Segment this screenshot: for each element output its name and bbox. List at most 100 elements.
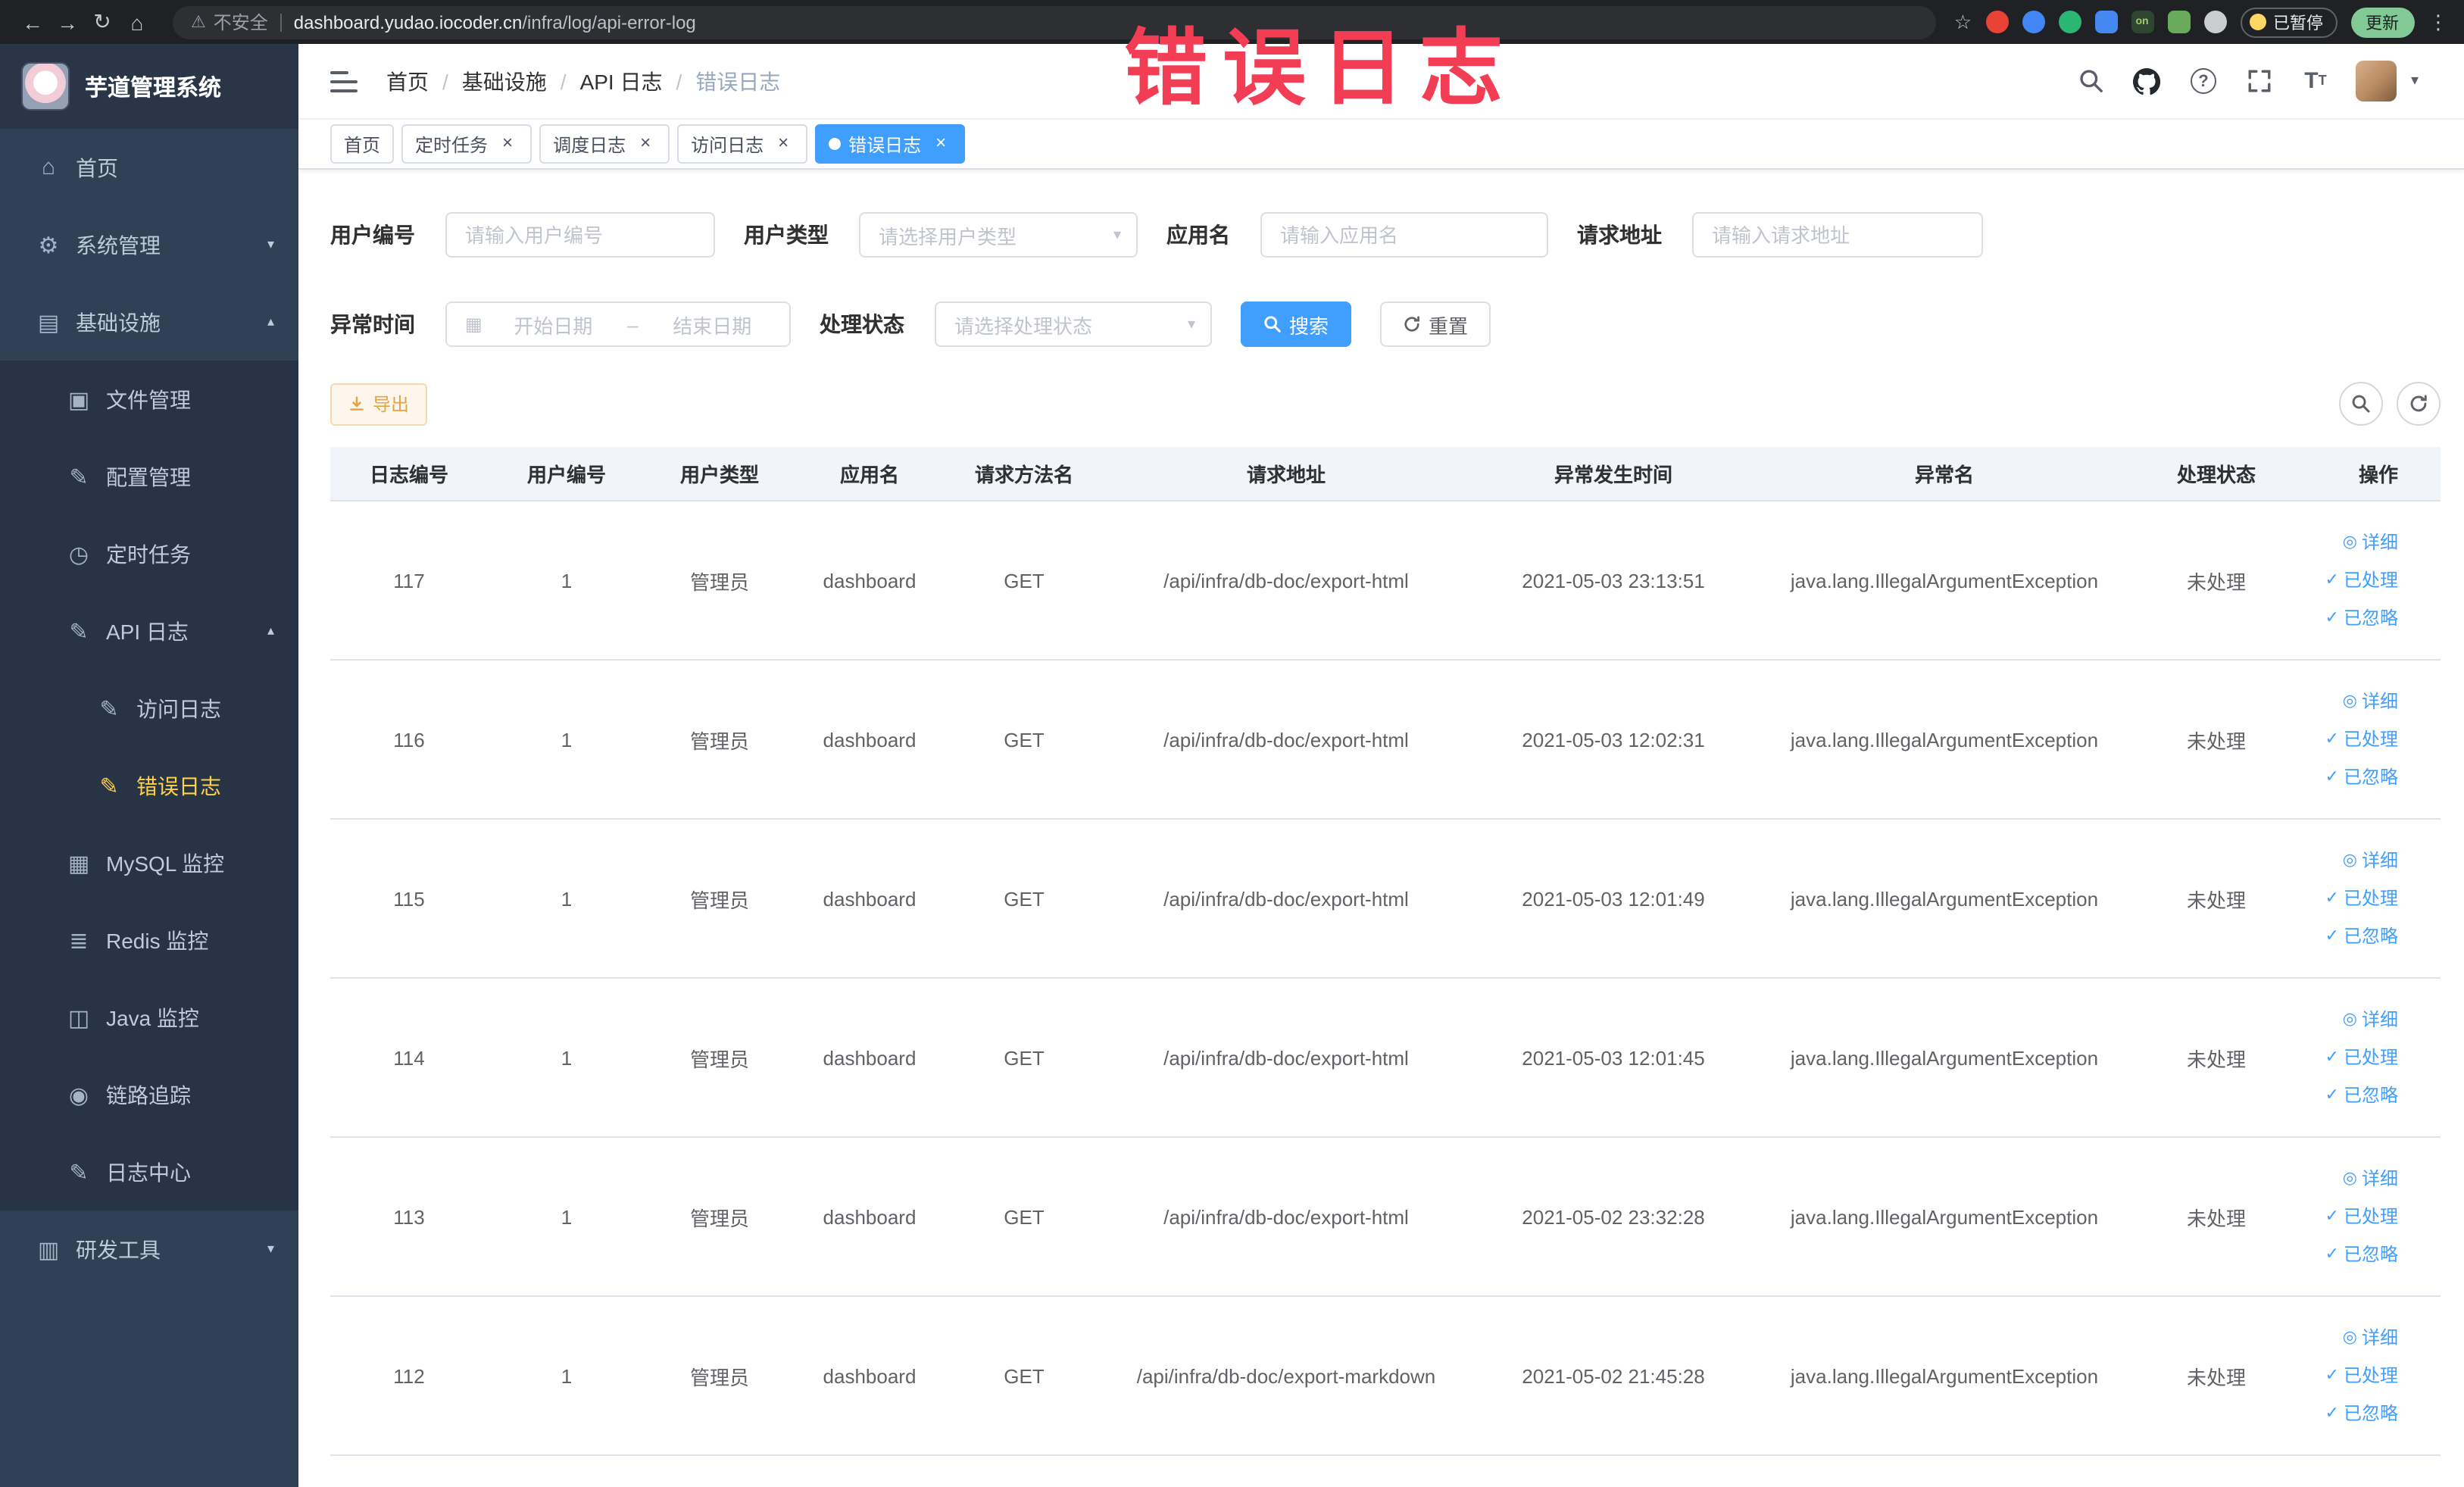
cell-id: 115 <box>393 887 425 910</box>
home-icon[interactable]: ⌂ <box>120 10 155 34</box>
tools-icon: ▥ <box>37 1237 60 1263</box>
calendar-icon: ▦ <box>465 314 482 335</box>
process-status-select[interactable]: 请选择处理状态 ▾ <box>935 301 1212 347</box>
extension-on-badge-icon[interactable]: on <box>2131 11 2153 33</box>
action-ignore[interactable]: ✓ 已忽略 <box>2301 599 2398 637</box>
tab-home[interactable]: 首页 <box>330 124 395 164</box>
user-type-select[interactable]: 请选择用户类型 ▾ <box>859 212 1138 258</box>
sidebar-item-trace[interactable]: ◉ 链路追踪 <box>0 1056 298 1133</box>
extension-green-leaf-icon[interactable] <box>2167 11 2190 33</box>
cell-url: /api/infra/db-doc/export-html <box>1163 1205 1409 1228</box>
back-icon[interactable]: ← <box>15 10 50 34</box>
sidebar-item-error-log[interactable]: ✎ 错误日志 <box>0 747 298 824</box>
action-ignore[interactable]: ✓ 已忽略 <box>2301 758 2398 796</box>
forward-icon[interactable]: → <box>50 10 85 34</box>
toggle-search-button[interactable] <box>2339 382 2383 426</box>
breadcrumb-item[interactable]: API 日志 <box>580 66 663 96</box>
tab-access-log[interactable]: 访问日志 × <box>677 124 808 164</box>
sidebar-item-config[interactable]: ✎ 配置管理 <box>0 438 298 515</box>
help-icon[interactable]: ? <box>2188 66 2219 96</box>
tab-label: 调度日志 <box>553 134 626 155</box>
extension-green-circle-icon[interactable] <box>2058 11 2081 33</box>
url-divider <box>280 13 282 31</box>
user-id-input[interactable] <box>445 212 715 258</box>
tab-paused-badge[interactable]: 已暂停 <box>2240 7 2337 37</box>
url-bar[interactable]: ⚠ 不安全 dashboard.yudao.iocoder.cn/infra/l… <box>173 5 1936 39</box>
action-done[interactable]: ✓ 已处理 <box>2301 1357 2398 1395</box>
browser-update-button[interactable]: 更新 <box>2350 7 2414 37</box>
action-done[interactable]: ✓ 已处理 <box>2301 720 2398 758</box>
search-icon[interactable] <box>2076 66 2106 96</box>
action-done[interactable]: ✓ 已处理 <box>2301 879 2398 917</box>
request-url-input[interactable] <box>1692 212 1983 258</box>
sidebar-item-log-center[interactable]: ✎ 日志中心 <box>0 1133 298 1211</box>
sidebar-item-label: Redis 监控 <box>106 928 209 952</box>
sidebar-toggle-icon[interactable] <box>330 70 358 92</box>
breadcrumb-item[interactable]: 基础设施 <box>462 66 547 96</box>
action-label: 详细 <box>2361 849 2398 870</box>
sidebar-item-file[interactable]: ▣ 文件管理 <box>0 361 298 438</box>
reset-button[interactable]: 重置 <box>1380 301 1491 347</box>
breadcrumb: 首页 / 基础设施 / API 日志 / 错误日志 <box>386 66 780 96</box>
sidebar-item-redis[interactable]: ≣ Redis 监控 <box>0 901 298 979</box>
date-range-picker[interactable]: ▦ 开始日期 – 结束日期 <box>445 301 791 347</box>
action-detail[interactable]: ◎ 详细 <box>2301 523 2398 561</box>
action-done[interactable]: ✓ 已处理 <box>2301 561 2398 599</box>
action-ignore[interactable]: ✓ 已忽略 <box>2301 917 2398 955</box>
action-ignore[interactable]: ✓ 已忽略 <box>2301 1395 2398 1432</box>
extension-blue-drop-icon[interactable] <box>2022 11 2044 33</box>
sidebar-item-access-log[interactable]: ✎ 访问日志 <box>0 670 298 747</box>
table-row: 113 1 管理员 dashboard GET/api/infra/db-doc/exp… <box>330 1138 2441 1297</box>
view-icon: ◎ <box>2342 1010 2357 1028</box>
sidebar-item-system[interactable]: ⚙ 系统管理 ▾ <box>0 206 298 283</box>
close-icon[interactable]: × <box>497 133 518 155</box>
extension-red-circle-icon[interactable] <box>1985 11 2008 33</box>
font-size-icon[interactable]: TT <box>2300 66 2331 96</box>
sidebar-item-home[interactable]: ⌂ 首页 <box>0 129 298 206</box>
fullscreen-icon[interactable] <box>2244 66 2275 96</box>
logo[interactable]: 芋道管理系统 <box>0 44 298 129</box>
cell-user-type: 管理员 <box>689 729 749 752</box>
sidebar-item-label: 系统管理 <box>76 233 161 257</box>
chrome-right-cluster: ☆ on 已暂停 更新 ⋮ <box>1954 7 2449 37</box>
refresh-table-button[interactable] <box>2397 382 2441 426</box>
tab-error-log[interactable]: 错误日志 × <box>815 124 966 164</box>
app-name-input[interactable] <box>1260 212 1548 258</box>
action-done[interactable]: ✓ 已处理 <box>2301 1039 2398 1076</box>
breadcrumb-item[interactable]: 首页 <box>386 66 429 96</box>
extension-blue-grid-icon[interactable] <box>2094 11 2117 33</box>
action-label: 已处理 <box>2343 1205 2398 1226</box>
action-detail[interactable]: ◎ 详细 <box>2301 1319 2398 1357</box>
tab-job[interactable]: 定时任务 × <box>401 124 532 164</box>
column-header: 日志编号 <box>369 464 448 486</box>
sidebar-item-dev-tools[interactable]: ▥ 研发工具 ▾ <box>0 1211 298 1288</box>
action-ignore[interactable]: ✓ 已忽略 <box>2301 1076 2398 1114</box>
extension-paw-icon[interactable] <box>2203 11 2226 33</box>
browser-menu-icon[interactable]: ⋮ <box>2428 10 2449 34</box>
close-icon[interactable]: × <box>930 133 951 155</box>
close-icon[interactable]: × <box>773 133 794 155</box>
sidebar-item-job[interactable]: ◷ 定时任务 <box>0 515 298 592</box>
sidebar-item-infra[interactable]: ▤ 基础设施 ▴ <box>0 283 298 361</box>
export-button[interactable]: 导出 <box>330 383 428 425</box>
action-detail[interactable]: ◎ 详细 <box>2301 683 2398 720</box>
avatar[interactable] <box>2356 61 2397 102</box>
layers-icon: ≣ <box>69 928 89 954</box>
github-icon[interactable] <box>2132 66 2163 96</box>
action-done[interactable]: ✓ 已处理 <box>2301 1198 2398 1236</box>
doc-icon: ✎ <box>69 619 89 645</box>
sidebar-item-java[interactable]: ◫ Java 监控 <box>0 979 298 1056</box>
avatar-caret-icon[interactable]: ▾ <box>2411 73 2419 89</box>
close-icon[interactable]: × <box>635 133 656 155</box>
sidebar-item-mysql[interactable]: ▦ MySQL 监控 <box>0 824 298 901</box>
tab-job-log[interactable]: 调度日志 × <box>539 124 670 164</box>
action-detail[interactable]: ◎ 详细 <box>2301 1160 2398 1198</box>
bookmark-star-icon[interactable]: ☆ <box>1954 10 1972 34</box>
search-button[interactable]: 搜索 <box>1241 301 1352 347</box>
breadcrumb-separator: / <box>442 69 448 93</box>
action-detail[interactable]: ◎ 详细 <box>2301 842 2398 879</box>
reload-icon[interactable]: ↻ <box>85 9 120 35</box>
sidebar-item-api-log[interactable]: ✎ API 日志 ▴ <box>0 592 298 670</box>
action-ignore[interactable]: ✓ 已忽略 <box>2301 1236 2398 1273</box>
action-detail[interactable]: ◎ 详细 <box>2301 1001 2398 1039</box>
